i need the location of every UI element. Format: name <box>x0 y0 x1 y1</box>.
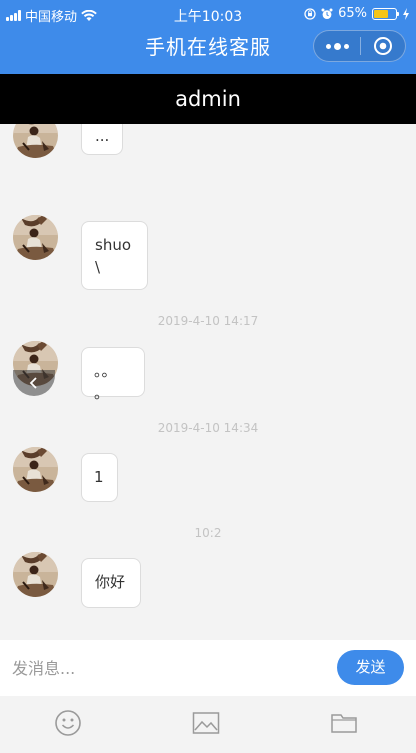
message-bubble: 。。 。 <box>81 347 145 402</box>
charging-icon <box>403 7 409 20</box>
image-icon[interactable] <box>191 708 221 738</box>
timestamp: 2019-4-10 14:34 <box>157 421 259 435</box>
status-right: 65% <box>304 6 410 21</box>
message-input[interactable] <box>12 652 312 684</box>
battery-icon <box>372 7 399 20</box>
chat-area[interactable]: ... shuo \ 2019-4-10 14:17 。。 。 2019-4-1… <box>0 124 416 640</box>
timestamp: 10:2 <box>194 526 222 540</box>
avatar <box>13 124 58 158</box>
nav-bar: 手机在线客服 <box>0 28 416 74</box>
battery-percent: 65% <box>338 6 367 21</box>
status-bar: 中国移动 上午10:03 65% <box>0 0 416 28</box>
emoji-icon[interactable] <box>53 708 83 738</box>
message-bubble: 你好 <box>81 558 141 608</box>
timestamp: 2019-4-10 14:17 <box>157 314 259 328</box>
input-bar: 发送 <box>0 640 416 696</box>
miniprogram-capsule <box>313 30 406 62</box>
chat-header: admin <box>0 74 416 124</box>
avatar <box>13 447 58 492</box>
send-button[interactable]: 发送 <box>337 650 404 685</box>
bottom-toolbar <box>0 696 416 753</box>
message-bubble: ... <box>81 124 123 155</box>
more-button[interactable] <box>314 42 360 50</box>
message-bubble: shuo \ <box>81 221 148 290</box>
alarm-icon <box>321 8 333 19</box>
avatar <box>13 215 58 260</box>
folder-icon[interactable] <box>329 708 359 738</box>
orientation-lock-icon <box>304 7 316 20</box>
battery-fill <box>374 9 388 18</box>
close-button[interactable] <box>361 36 405 56</box>
back-button[interactable] <box>13 370 55 396</box>
message-bubble: 1 <box>81 453 118 502</box>
chevron-left-icon <box>29 377 37 389</box>
target-icon <box>374 37 392 55</box>
avatar <box>13 552 58 597</box>
